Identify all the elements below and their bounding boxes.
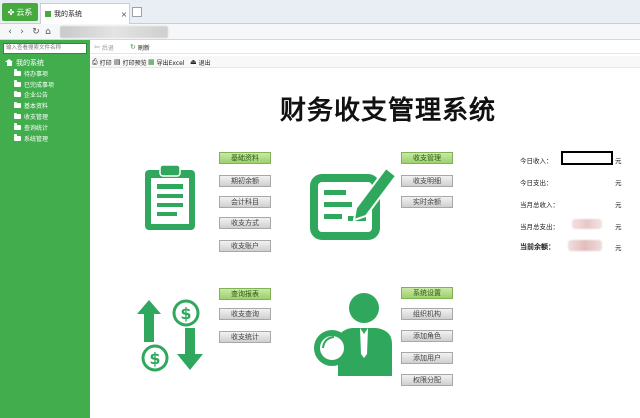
print-preview-label: 打印预览 — [122, 59, 147, 67]
sidebar-root-label: 我的系统 — [16, 58, 44, 67]
sidebar-item-basic-data[interactable]: 基本资料 — [0, 100, 90, 111]
printer-icon: ⎙ — [92, 57, 98, 66]
income-expense-details-button[interactable]: 收支明细 — [401, 175, 453, 187]
system-settings-header-button[interactable]: 系统设置 — [401, 287, 453, 299]
add-role-button[interactable]: 添加角色 — [401, 330, 453, 342]
svg-text:$: $ — [149, 349, 160, 368]
opening-balance-button[interactable]: 期初余额 — [219, 175, 271, 187]
current-balance-value-redacted — [568, 240, 602, 251]
app-logo-icon: ✤ — [7, 7, 15, 17]
forward-arrow-icon[interactable]: › — [16, 24, 28, 40]
today-expense-unit: 元 — [615, 179, 622, 187]
sidebar-item-announcements[interactable]: 企业公告 — [0, 90, 90, 101]
print-button[interactable]: ⎙ 打印 — [92, 56, 112, 68]
export-label: 导出Excel — [156, 59, 185, 67]
today-income-unit: 元 — [615, 157, 622, 165]
url-field-redacted[interactable] — [60, 26, 168, 38]
home-icon[interactable]: ⌂ — [42, 24, 54, 40]
tab-favicon-icon — [45, 11, 51, 17]
sidebar-item-label: 收支管理 — [24, 114, 49, 122]
month-income-label: 当月总收入： — [520, 201, 559, 209]
back-arrow-icon: ⇦ — [94, 43, 100, 51]
print-label: 打印 — [99, 59, 112, 67]
folder-icon — [14, 112, 21, 120]
tab-label: 我的系统 — [54, 10, 82, 18]
refresh-icon: ↻ — [130, 43, 136, 51]
browser-start-button[interactable]: ✤ 云系 — [2, 3, 38, 21]
sidebar-item-system[interactable]: 系统管理 — [0, 133, 90, 144]
home-icon — [5, 59, 13, 66]
real-time-balance-button[interactable]: 实时余额 — [401, 196, 453, 208]
month-expense-unit: 元 — [615, 223, 622, 231]
back-arrow-icon[interactable]: ‹ — [4, 24, 16, 40]
exit-icon: ⏏ — [190, 58, 197, 66]
sidebar-item-label: 已完成事项 — [24, 81, 55, 89]
page-title: 财务收支管理系统 — [280, 96, 497, 126]
add-user-button[interactable]: 添加用户 — [401, 352, 453, 364]
month-expense-value-redacted — [572, 219, 602, 229]
start-button-label: 云系 — [16, 7, 33, 17]
refresh-icon[interactable]: ↻ — [30, 24, 42, 40]
basic-data-header-button[interactable]: 基础资料 — [219, 152, 271, 164]
back-button[interactable]: ⇦ 后退 — [94, 41, 114, 53]
folder-icon — [14, 90, 21, 98]
sidebar-item-todo[interactable]: 待办事项 — [0, 68, 90, 79]
sidebar-item-label: 查询统计 — [24, 124, 49, 132]
folder-icon — [14, 134, 21, 141]
sidebar-item-label: 企业公告 — [24, 92, 49, 100]
organization-button[interactable]: 组织机构 — [401, 308, 453, 320]
print-preview-button[interactable]: ▤ 打印预览 — [114, 56, 147, 68]
folder-icon — [14, 80, 21, 87]
sidebar-item-income-expense[interactable]: 收支管理 — [0, 111, 90, 122]
excel-icon: ▦ — [148, 58, 155, 66]
payment-accounts-button[interactable]: 收支账户 — [219, 240, 271, 252]
money-transfer-icon: $ $ — [137, 299, 203, 372]
new-tab-button[interactable] — [132, 7, 142, 17]
sidebar-item-query-stats[interactable]: 查询统计 — [0, 122, 90, 133]
sidebar-item-done[interactable]: 已完成事项 — [0, 79, 90, 90]
accounting-subjects-button[interactable]: 会计科目 — [219, 196, 271, 208]
sidebar-item-label: 基本资料 — [24, 103, 49, 111]
svg-text:$: $ — [180, 304, 191, 323]
month-expense-label: 当月总支出： — [520, 223, 559, 231]
today-income-label: 今日收入： — [520, 157, 553, 165]
query-report-header-button[interactable]: 查询报表 — [219, 288, 271, 300]
user-search-icon — [314, 293, 392, 376]
sidebar-search-input[interactable]: 输入查看搜索文件名称 — [3, 43, 87, 54]
permission-assign-button[interactable]: 权限分配 — [401, 374, 453, 386]
sidebar-item-label: 系统管理 — [24, 135, 49, 143]
income-expense-stats-button[interactable]: 收支统计 — [219, 331, 271, 343]
income-expense-query-button[interactable]: 收支查询 — [219, 308, 271, 320]
clipboard-icon — [145, 164, 195, 230]
folder-icon — [14, 123, 21, 130]
exit-label: 退出 — [198, 59, 211, 67]
browser-tab-my-system[interactable]: 我的系统 × — [40, 3, 130, 24]
refresh-label: 刷新 — [137, 44, 150, 52]
sidebar-item-label: 待办事项 — [24, 70, 49, 78]
navigation-toolbar — [90, 40, 640, 54]
sidebar-tree: 我的系统 待办事项 已完成事项 企业公告 基本资料 收支管理 查询统计 系统管理 — [0, 57, 90, 144]
income-expense-header-button[interactable]: 收支管理 — [401, 152, 453, 164]
folder-icon — [14, 69, 21, 76]
folder-icon — [14, 101, 21, 109]
today-expense-label: 今日支出： — [520, 179, 553, 187]
exit-button[interactable]: ⏏ 退出 — [190, 56, 211, 68]
refresh-button[interactable]: ↻ 刷新 — [130, 41, 150, 53]
sidebar-root-my-system[interactable]: 我的系统 — [0, 57, 90, 68]
current-balance-unit: 元 — [615, 244, 622, 252]
month-income-unit: 元 — [615, 201, 622, 209]
export-excel-button[interactable]: ▦ 导出Excel — [148, 56, 185, 68]
today-income-value-redacted — [561, 151, 613, 165]
back-label: 后退 — [101, 44, 114, 52]
contract-pen-icon — [310, 166, 396, 240]
payment-methods-button[interactable]: 收支方式 — [219, 217, 271, 229]
document-icon: ▤ — [114, 58, 121, 66]
current-balance-label: 当前余额： — [520, 243, 555, 251]
close-icon[interactable]: × — [119, 10, 129, 19]
